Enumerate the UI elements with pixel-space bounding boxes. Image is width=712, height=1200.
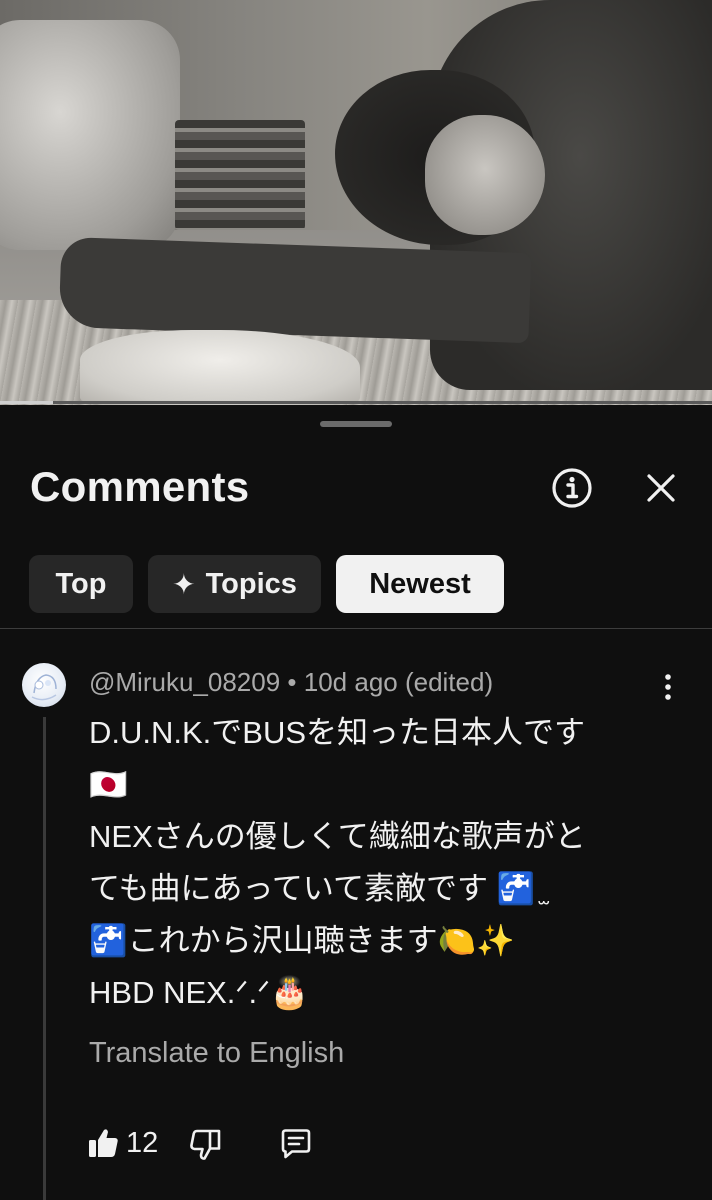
meta-separator: • [287,667,297,697]
dislike-button[interactable] [188,1127,224,1163]
video-frame-cloth [80,330,360,405]
thumbs-down-icon [190,1129,221,1160]
comment-line: D.U.N.K.でBUSを知った日本人です [89,715,586,750]
comment-line: 🚰これから沢山聴きます🍋✨ [89,923,515,958]
sparkle-icon: ✦ [172,568,196,600]
close-button[interactable] [640,467,682,509]
comment-meta: @Miruku_08209 • 10d ago (edited) [89,667,493,698]
like-count: 12 [126,1127,159,1159]
avatar[interactable] [22,663,66,707]
more-options-button[interactable] [652,667,684,707]
chip-top-label: Top [55,567,107,600]
chip-newest[interactable]: Newest [336,555,504,613]
comment-author[interactable]: @Miruku_08209 [89,667,280,697]
chip-topics-label: Topics [205,567,297,600]
divider [0,628,712,629]
info-icon [552,468,592,508]
reply-button[interactable] [278,1126,314,1162]
thread-line [43,717,46,1200]
chip-topics[interactable]: ✦ Topics [148,555,321,613]
chip-newest-label: Newest [369,567,471,600]
video-progress-fill [0,401,54,404]
video-frame-arm [58,236,532,344]
video-player[interactable] [0,0,712,405]
translate-link[interactable]: Translate to English [89,1037,344,1070]
comments-sheet: Comments Top ✦ Topics Newest @Miruku_082… [0,405,712,1200]
more-vert-icon [665,674,671,700]
close-icon [647,474,675,502]
comment-line: ても曲にあっていて素敵です 🚰 ̫ [89,871,544,906]
avatar-illustration [31,674,57,701]
video-progress-bar[interactable] [0,401,712,404]
comment-text: D.U.N.K.でBUSを知った日本人です 🇯🇵 NEXさんの優しくて繊細な歌声… [89,707,664,1019]
video-frame-face [425,115,545,235]
info-button[interactable] [551,467,593,509]
comment-line: 🇯🇵 [89,767,128,802]
video-frame-pillow [0,20,180,250]
comment-line: NEXさんの優しくて繊細な歌声がと [89,819,586,854]
comment-line: HBD NEX.ᐟ.ᐟ🎂 [89,975,309,1010]
comment-reply-icon [281,1129,311,1159]
chip-top[interactable]: Top [29,555,133,613]
drag-handle[interactable] [320,421,392,427]
comment-age: 10d ago (edited) [303,667,494,697]
comments-title: Comments [30,463,250,510]
thumbs-up-icon [89,1129,118,1157]
like-button[interactable] [86,1125,122,1161]
video-frame-books [175,120,305,230]
